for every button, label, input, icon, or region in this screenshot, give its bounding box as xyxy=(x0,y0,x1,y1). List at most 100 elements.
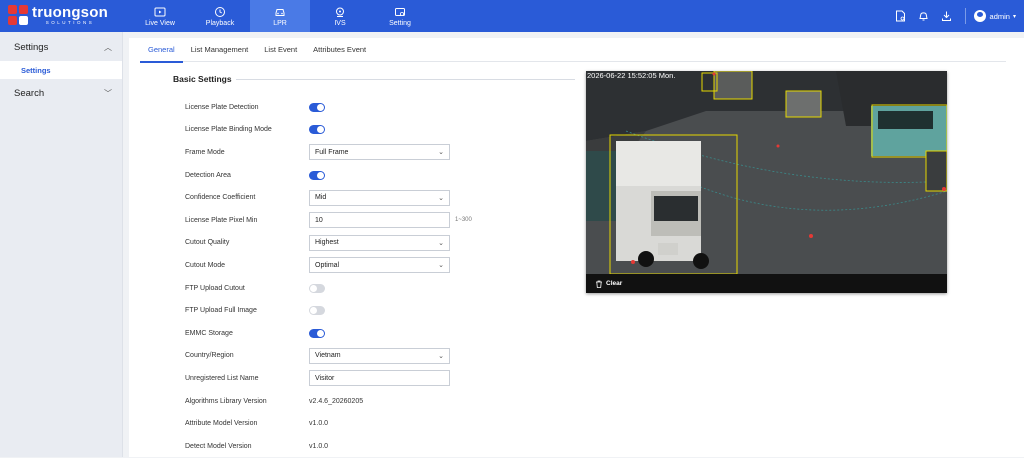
row-pixel-min: License Plate Pixel Min 10 1~300 xyxy=(185,209,472,232)
brand-name: truongson xyxy=(32,4,108,21)
label-binding-mode: License Plate Binding Mode xyxy=(185,126,272,134)
main-content: General List Management List Event Attri… xyxy=(129,38,1024,457)
section-divider xyxy=(236,79,575,80)
nav-live-view[interactable]: Live View xyxy=(130,0,190,32)
live-view-icon xyxy=(154,7,166,16)
label-ftp-upload-cutout: FTP Upload Cutout xyxy=(185,284,245,292)
select-cutout-mode[interactable]: Optimal ⌄ xyxy=(309,257,450,274)
file-settings-icon[interactable] xyxy=(894,9,908,23)
chevron-down-icon: ﹀ xyxy=(104,88,112,98)
label-unregistered-list: Unregistered List Name xyxy=(185,374,259,382)
settings-form: License Plate Detection License Plate Bi… xyxy=(185,96,472,458)
tab-attributes-event[interactable]: Attributes Event xyxy=(305,38,374,62)
row-detect-model-version: Detect Model Version v1.0.0 xyxy=(185,435,472,458)
live-preview: 2026-06-22 15:52:05 Mon. Clear xyxy=(586,71,947,293)
row-ftp-upload-full: FTP Upload Full Image xyxy=(185,299,472,322)
camera-scene-image xyxy=(586,71,947,274)
nav-label-playback: Playback xyxy=(205,19,235,27)
select-frame-mode-value: Full Frame xyxy=(315,148,349,156)
user-name: admin xyxy=(989,11,1010,21)
row-unregistered-list: Unregistered List Name Visitor xyxy=(185,367,472,390)
row-ftp-upload-cutout: FTP Upload Cutout xyxy=(185,277,472,300)
nav-label-ivs: IVS xyxy=(334,19,346,27)
row-binding-mode: License Plate Binding Mode xyxy=(185,119,472,142)
label-emmc-storage: EMMC Storage xyxy=(185,329,233,337)
label-cutout-quality: Cutout Quality xyxy=(185,239,230,247)
row-license-plate-detection: License Plate Detection xyxy=(185,96,472,119)
avatar-icon xyxy=(973,10,986,22)
chevron-up-icon: ︿ xyxy=(104,42,112,52)
select-country-region[interactable]: Vietnam ⌄ xyxy=(309,347,450,364)
row-cutout-quality: Cutout Quality Highest ⌄ xyxy=(185,232,472,255)
row-detection-area: Detection Area xyxy=(185,164,472,187)
value-attribute-model-version: v1.0.0 xyxy=(309,420,329,428)
label-cutout-mode: Cutout Mode xyxy=(185,261,226,269)
brand-sub: SOLUTIONS xyxy=(45,20,95,25)
setting-icon xyxy=(395,7,405,16)
chevron-down-icon: ⌄ xyxy=(438,149,444,157)
nav-playback[interactable]: Playback xyxy=(190,0,250,32)
caret-down-icon: ▾ xyxy=(1012,13,1016,20)
input-unregistered-list-value: Visitor xyxy=(315,374,335,382)
value-detect-model-version: v1.0.0 xyxy=(309,442,329,450)
sidebar-group-settings[interactable]: Settings ︿ xyxy=(0,33,122,61)
nav-ivs[interactable]: IVS xyxy=(310,0,370,32)
label-confidence: Confidence Coefficient xyxy=(185,194,256,202)
toggle-ftp-upload-cutout[interactable] xyxy=(309,283,325,293)
chevron-down-icon: ⌄ xyxy=(438,239,444,247)
car-icon xyxy=(275,8,285,16)
user-menu[interactable]: admin ▾ xyxy=(973,10,1016,22)
label-pixel-min: License Plate Pixel Min xyxy=(185,216,258,224)
toggle-emmc-storage[interactable] xyxy=(309,328,325,338)
label-algorithms-version: Algorithms Library Version xyxy=(185,397,267,405)
sidebar-item-settings[interactable]: Settings xyxy=(0,61,122,79)
notification-bell-icon[interactable] xyxy=(917,9,931,23)
nav-setting[interactable]: Setting xyxy=(370,0,430,32)
row-cutout-mode: Cutout Mode Optimal ⌄ xyxy=(185,254,472,277)
tab-list-event[interactable]: List Event xyxy=(256,38,305,62)
logo-mark-icon xyxy=(8,5,28,26)
ivs-icon xyxy=(336,7,344,17)
chevron-down-icon: ⌄ xyxy=(438,262,444,270)
top-bar: truongson SOLUTIONS Live View Playback L… xyxy=(0,0,1024,32)
toggle-binding-mode[interactable] xyxy=(309,125,325,135)
select-cutout-quality[interactable]: Highest ⌄ xyxy=(309,234,450,251)
camera-scene[interactable]: 2026-06-22 15:52:05 Mon. xyxy=(586,71,947,274)
video-timestamp: 2026-06-22 15:52:05 Mon. xyxy=(587,71,676,80)
clear-button-label: Clear xyxy=(606,280,623,287)
toggle-detection-area[interactable] xyxy=(309,170,325,180)
playback-icon xyxy=(215,6,225,17)
select-confidence-value: Mid xyxy=(315,194,327,202)
input-unregistered-list[interactable]: Visitor xyxy=(309,370,450,387)
sidebar-group-search-label: Search xyxy=(14,87,45,99)
sidebar-group-search[interactable]: Search ﹀ xyxy=(0,79,122,107)
tab-list-management[interactable]: List Management xyxy=(183,38,257,62)
brand-logo[interactable]: truongson SOLUTIONS xyxy=(8,5,108,26)
label-attribute-model-version: Attribute Model Version xyxy=(185,420,258,428)
value-algorithms-version: v2.4.6_20260205 xyxy=(309,397,364,405)
select-cutout-quality-value: Highest xyxy=(315,239,339,247)
download-icon[interactable] xyxy=(940,9,954,23)
pixel-min-range-hint: 1~300 xyxy=(455,217,472,224)
nav-label-live-view: Live View xyxy=(145,19,175,27)
chevron-down-icon: ⌄ xyxy=(438,194,444,202)
sidebar: Settings ︿ Settings Search ﹀ xyxy=(0,32,123,457)
label-detect-model-version: Detect Model Version xyxy=(185,442,252,450)
select-frame-mode[interactable]: Full Frame ⌄ xyxy=(309,144,450,161)
section-title: Basic Settings xyxy=(173,74,232,84)
row-confidence: Confidence Coefficient Mid ⌄ xyxy=(185,186,472,209)
tab-general[interactable]: General xyxy=(140,38,183,63)
toggle-license-plate-detection[interactable] xyxy=(309,102,325,112)
chevron-down-icon: ⌄ xyxy=(438,352,444,360)
label-country-region: Country/Region xyxy=(185,352,234,360)
input-pixel-min[interactable]: 10 xyxy=(309,212,450,229)
clear-button[interactable]: Clear xyxy=(586,274,947,293)
row-frame-mode: Frame Mode Full Frame ⌄ xyxy=(185,141,472,164)
label-detection-area: Detection Area xyxy=(185,171,231,179)
label-license-plate-detection: License Plate Detection xyxy=(185,103,259,111)
nav-lpr[interactable]: LPR xyxy=(250,0,310,32)
select-confidence[interactable]: Mid ⌄ xyxy=(309,189,450,206)
row-algorithms-version: Algorithms Library Version v2.4.6_202602… xyxy=(185,390,472,413)
input-pixel-min-value: 10 xyxy=(315,216,323,224)
toggle-ftp-upload-full[interactable] xyxy=(309,306,325,316)
